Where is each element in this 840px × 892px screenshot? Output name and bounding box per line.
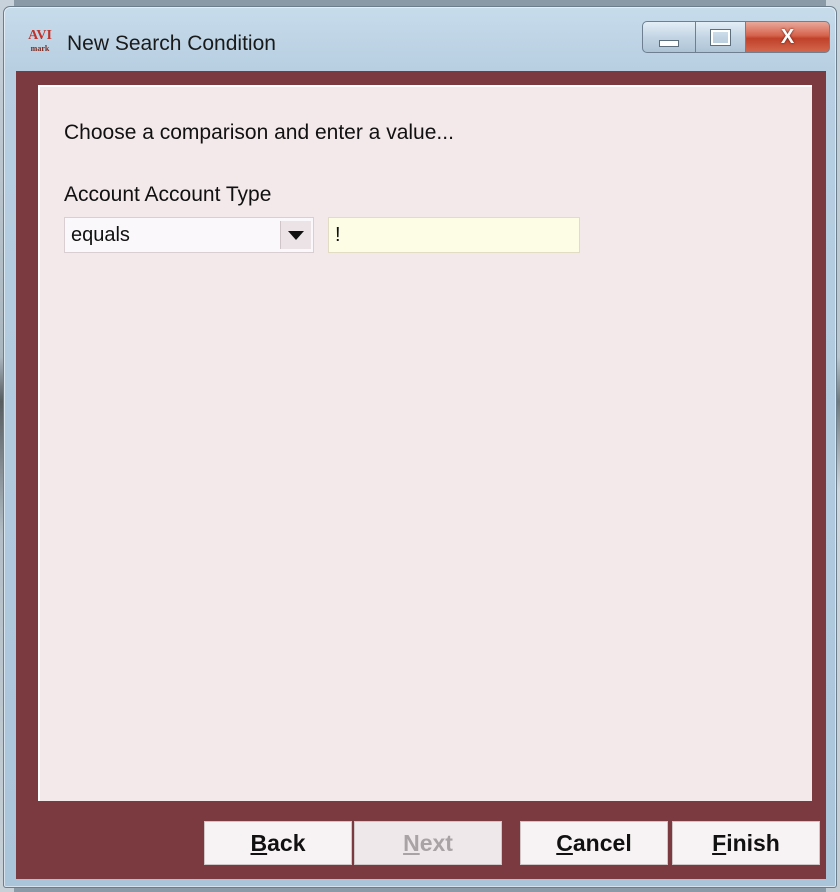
title-bar[interactable]: AVI mark New Search Condition X [4,7,836,71]
next-button-label: ext [419,829,453,856]
window-title: New Search Condition [67,32,276,55]
finish-button[interactable]: Finish [672,821,820,865]
app-logo-text: AVI [28,28,52,43]
instruction-text: Choose a comparison and enter a value... [64,121,454,144]
back-button-label: ack [267,829,306,856]
dropdown-arrow-button[interactable] [280,221,311,249]
maximize-button[interactable] [696,21,746,53]
minimize-icon [659,39,679,47]
close-button[interactable]: X [746,21,830,53]
back-button[interactable]: Back [204,821,352,865]
chevron-down-icon [288,230,304,240]
back-button-mnemonic: B [250,829,268,856]
value-input[interactable] [328,217,580,253]
cancel-button-label: ancel [572,829,632,856]
cancel-button[interactable]: Cancel [520,821,668,865]
comparison-dropdown[interactable]: equals [64,217,314,253]
close-icon: X [780,25,795,48]
wizard-content-panel: Choose a comparison and enter a value...… [38,85,812,801]
finish-button-label: inish [726,829,780,856]
minimize-button[interactable] [642,21,696,53]
dialog-frame: Choose a comparison and enter a value...… [16,71,826,879]
app-logo-subtext: mark [30,44,50,53]
next-button-mnemonic: N [403,829,420,856]
dialog-window: AVI mark New Search Condition X Choose a… [3,6,837,888]
field-label: Account Account Type [64,183,272,206]
finish-button-mnemonic: F [712,829,727,856]
next-button[interactable]: Next [354,821,502,865]
cancel-button-mnemonic: C [556,829,573,856]
app-logo-icon: AVI mark [24,29,56,55]
maximize-icon [710,28,731,46]
comparison-selected-value: equals [71,224,130,246]
